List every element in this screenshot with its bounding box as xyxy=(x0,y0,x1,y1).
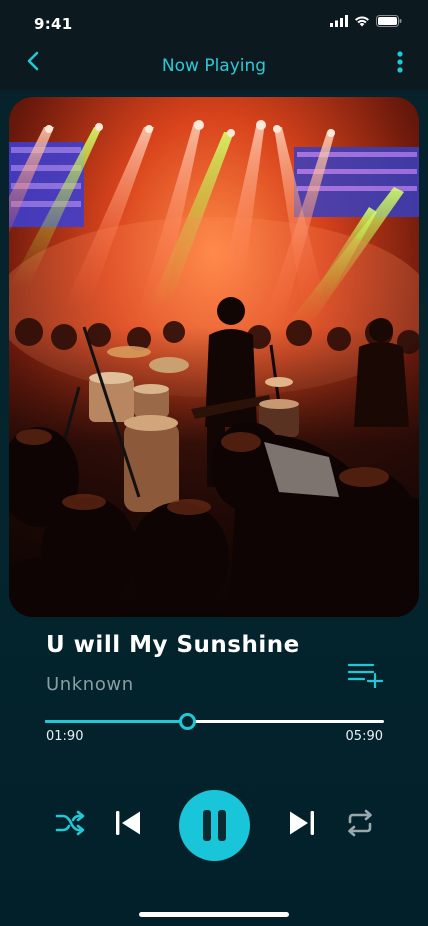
elapsed-time: 01:90 xyxy=(46,729,84,744)
more-vertical-icon[interactable] xyxy=(394,50,406,76)
home-indicator[interactable] xyxy=(139,912,289,917)
nav-row: Now Playing xyxy=(0,44,428,90)
track-artist: Unknown xyxy=(46,674,134,695)
signal-icon xyxy=(330,15,348,27)
status-time: 9:41 xyxy=(34,15,73,33)
skip-previous-icon[interactable] xyxy=(114,809,142,837)
now-playing-screen: 9:41 Now Playing U will My Sunshine Unkn… xyxy=(0,0,428,926)
album-artwork xyxy=(9,97,419,617)
system-icons xyxy=(330,15,402,27)
page-title: Now Playing xyxy=(161,56,267,76)
skip-next-icon[interactable] xyxy=(288,809,316,837)
track-title: U will My Sunshine xyxy=(46,632,300,658)
top-bar: 9:41 Now Playing xyxy=(0,0,428,90)
pause-icon xyxy=(203,810,226,841)
progress-thumb[interactable] xyxy=(179,713,197,730)
pause-button[interactable] xyxy=(179,790,250,861)
repeat-icon[interactable] xyxy=(346,809,374,837)
progress-fill xyxy=(45,720,188,723)
progress-track[interactable] xyxy=(45,713,384,730)
add-to-queue-icon[interactable] xyxy=(348,662,384,688)
battery-icon xyxy=(376,15,402,27)
wifi-icon xyxy=(355,16,369,27)
concert-image xyxy=(9,97,419,617)
total-duration: 05:90 xyxy=(345,729,383,744)
shuffle-icon[interactable] xyxy=(55,810,85,836)
status-bar: 9:41 xyxy=(0,0,428,44)
